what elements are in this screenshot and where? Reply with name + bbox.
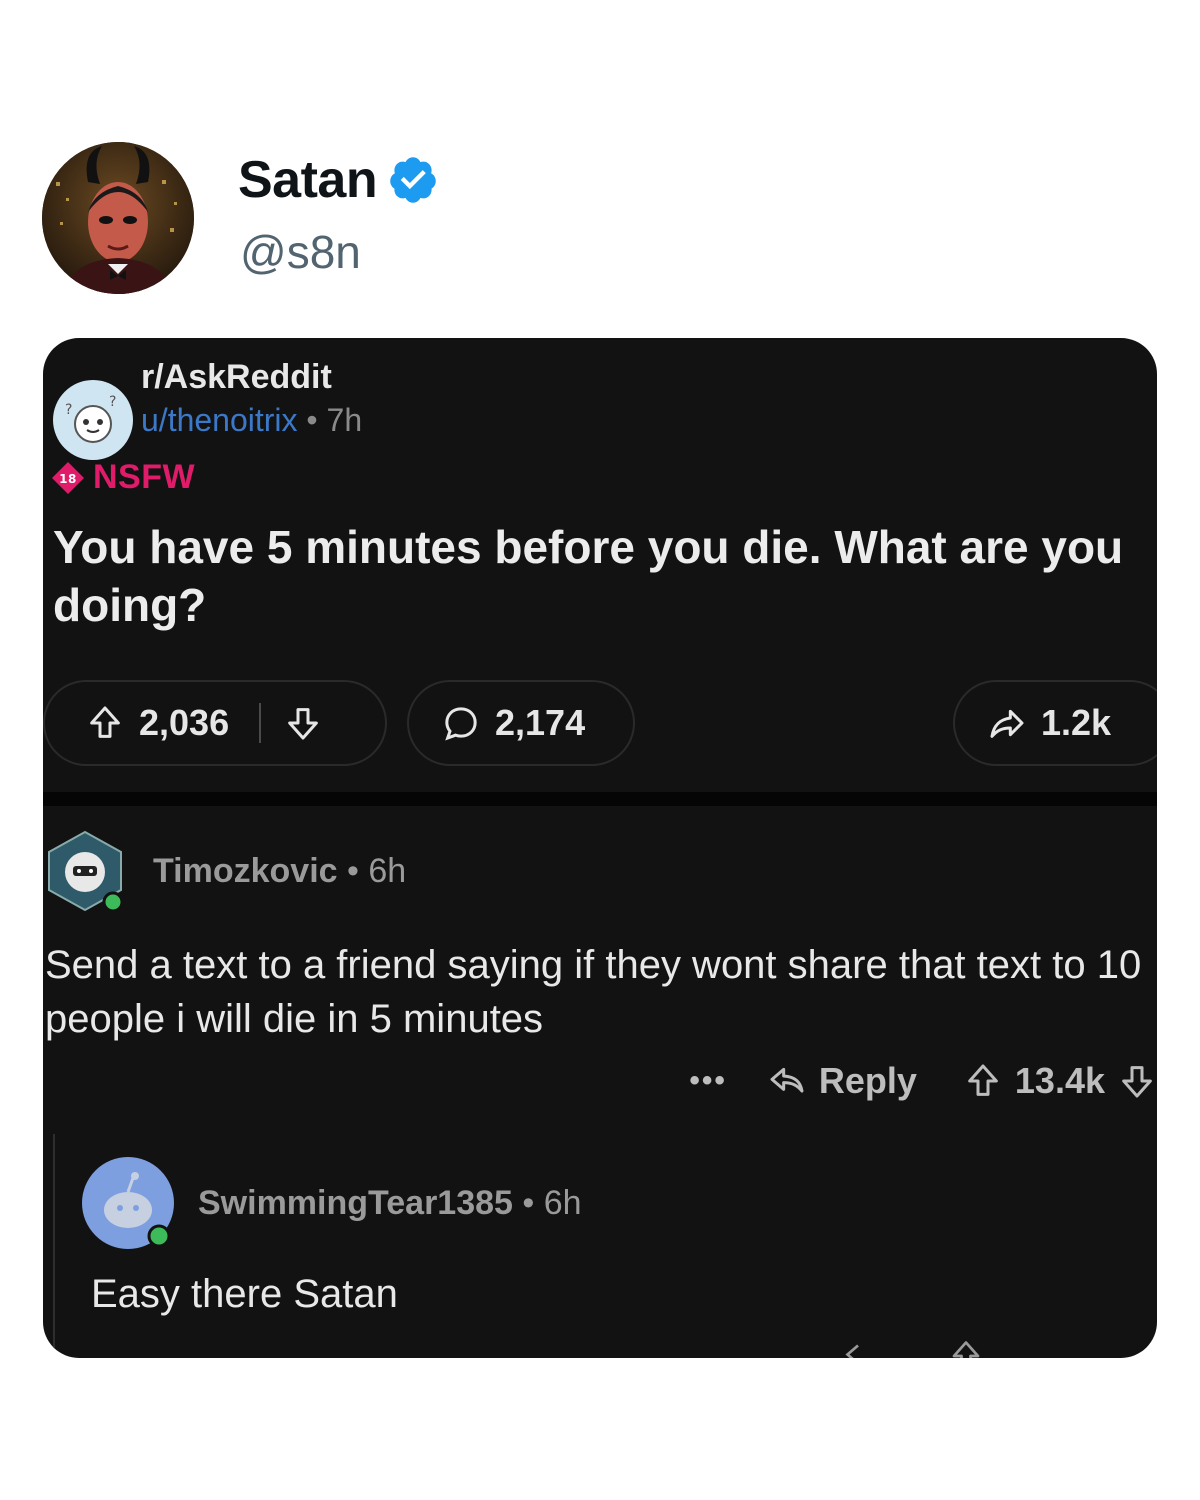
author-handle[interactable]: @s8n: [240, 225, 361, 279]
comment-upvote-icon[interactable]: [963, 1061, 1003, 1101]
author-name-row[interactable]: Satan: [238, 150, 439, 210]
meta-separator: •: [306, 402, 318, 438]
author-name[interactable]: Satan: [238, 150, 378, 210]
reply-reply-icon[interactable]: [843, 1338, 879, 1358]
comment-upvote-count: 13.4k: [1014, 1060, 1105, 1101]
author-avatar[interactable]: [42, 142, 194, 294]
post-author[interactable]: u/thenoitrix: [141, 402, 298, 438]
downvote-icon[interactable]: [283, 703, 323, 743]
comment-icon: [445, 707, 477, 741]
upvote-icon[interactable]: [85, 703, 125, 743]
reply-author-avatar[interactable]: [81, 1156, 175, 1250]
comment-count: 2,174: [495, 702, 586, 743]
thread-line[interactable]: [53, 1134, 55, 1358]
reply-actions-cutoff: [843, 1338, 984, 1358]
vote-bar: 2,036: [43, 680, 387, 766]
reply-label: Reply: [818, 1060, 917, 1101]
reply-icon: [770, 1067, 804, 1093]
upvote-count: 2,036: [139, 702, 230, 743]
reply-time: 6h: [543, 1184, 582, 1222]
more-icon[interactable]: •••: [689, 1064, 727, 1098]
comment-author[interactable]: Timozkovic: [153, 852, 338, 890]
reply-separator: •: [522, 1184, 535, 1222]
share-button[interactable]: 1.2k: [953, 680, 1157, 766]
nsfw-icon: 18: [52, 461, 84, 494]
reply-button[interactable]: Reply: [767, 1060, 917, 1102]
reddit-post-card: ? ? r/AskReddit u/thenoitrix • 7h 18 NSF…: [43, 338, 1157, 1358]
reply-author[interactable]: SwimmingTear1385: [198, 1184, 513, 1222]
subreddit-name[interactable]: r/AskReddit: [141, 358, 332, 397]
nsfw-badge-number: 18: [59, 472, 77, 486]
comment-body: Send a text to a friend saying if they w…: [45, 943, 1142, 1041]
comment-actions: ••• Reply 13.4k: [689, 1060, 1157, 1102]
commenter-avatar[interactable]: [43, 828, 127, 912]
comment-author-line: Timozkovic • 6h: [153, 852, 406, 891]
comments-button[interactable]: 2,174: [407, 680, 635, 766]
post-time: 7h: [326, 402, 363, 438]
post-comment-separator: [43, 792, 1157, 806]
post-meta: u/thenoitrix • 7h: [141, 402, 362, 439]
svg-text:?: ?: [109, 394, 116, 410]
post-title[interactable]: You have 5 minutes before you die. What …: [53, 518, 1153, 634]
reply-body: Easy there Satan: [91, 1272, 398, 1316]
reply-author-line: SwimmingTear1385 • 6h: [198, 1184, 582, 1223]
verified-badge-icon: [390, 157, 436, 203]
nsfw-tag: 18 NSFW: [51, 458, 195, 497]
comment-time: 6h: [368, 852, 407, 890]
reply-upvote-icon[interactable]: [948, 1338, 984, 1358]
share-icon: [990, 709, 1024, 738]
comment-vote: 13.4k: [963, 1060, 1157, 1102]
subreddit-icon[interactable]: ? ?: [51, 378, 135, 462]
comment-separator: •: [347, 852, 359, 890]
share-count: 1.2k: [1041, 702, 1112, 743]
comment-downvote-icon[interactable]: [1117, 1061, 1157, 1101]
svg-text:?: ?: [65, 402, 72, 418]
nsfw-label: NSFW: [93, 458, 196, 496]
vote-divider: [259, 703, 262, 743]
